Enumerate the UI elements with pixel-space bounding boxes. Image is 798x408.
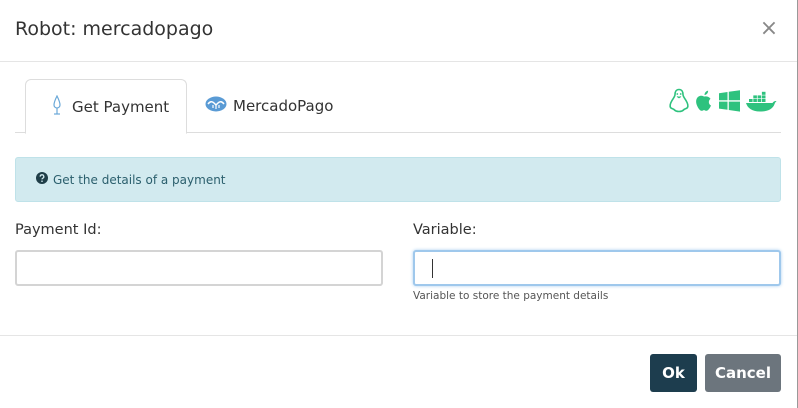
ok-button[interactable]: Ok: [650, 354, 697, 392]
mercadopago-logo-icon: [205, 96, 227, 116]
linux-icon: [668, 88, 690, 117]
variable-label: Variable:: [413, 222, 477, 238]
dialog-title: Robot: mercadopago: [15, 18, 214, 40]
windows-icon: [718, 89, 741, 116]
tab-label: Get Payment: [72, 97, 170, 116]
apple-icon: [694, 89, 714, 117]
dialog-header: Robot: mercadopago ×: [0, 0, 797, 62]
variable-help-text: Variable to store the payment details: [413, 290, 609, 302]
text-cursor: [432, 259, 433, 278]
payment-id-input[interactable]: [15, 250, 383, 286]
platform-icons: [668, 88, 777, 117]
close-button[interactable]: ×: [759, 17, 779, 41]
dialog-footer: Ok Cancel: [0, 335, 797, 408]
variable-input[interactable]: [413, 250, 781, 286]
info-alert: Get the details of a payment: [15, 157, 781, 202]
payment-id-label: Payment Id:: [15, 222, 102, 238]
question-circle-icon: [36, 172, 48, 187]
payment-drop-icon: [52, 94, 62, 119]
tab-bar: Get Payment MercadoPago: [15, 79, 781, 134]
cancel-button[interactable]: Cancel: [705, 354, 781, 392]
tab-get-payment[interactable]: Get Payment: [25, 79, 187, 134]
tab-mercadopago[interactable]: MercadoPago: [205, 79, 345, 133]
docker-icon: [745, 90, 777, 116]
tab-label: MercadoPago: [233, 97, 334, 115]
info-text: Get the details of a payment: [53, 172, 226, 187]
robot-dialog: Robot: mercadopago × Get Payment Mercado…: [0, 0, 798, 408]
